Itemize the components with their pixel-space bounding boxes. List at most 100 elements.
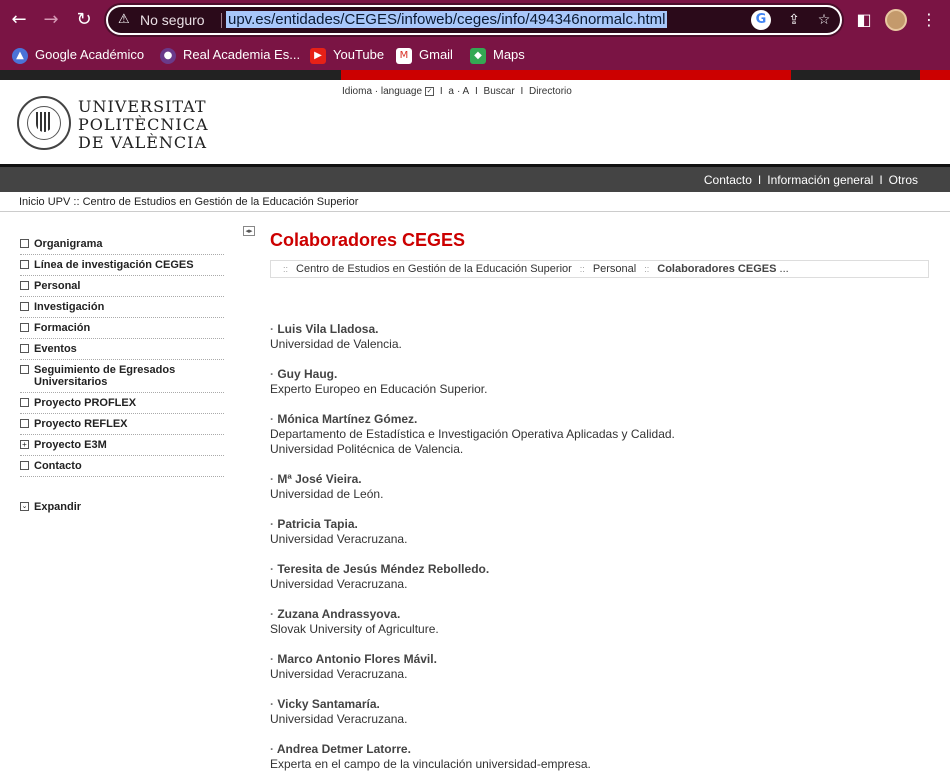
collaborator-name: Teresita de Jesús Méndez Rebolledo. [270,562,930,577]
breadcrumb[interactable]: Inicio UPV :: Centro de Estudios en Gest… [19,196,358,208]
list-item: Patricia Tapia. Universidad Veracruzana. [270,517,930,547]
collaborator-name: Mónica Martínez Gómez. [270,412,930,427]
language-dropdown-icon[interactable]: ✓ [425,86,435,96]
collaborator-name: Zuzana Andrassyova. [270,607,930,622]
nav-item-seguimiento-egresados[interactable]: Seguimiento de Egresados Universitarios [20,360,224,393]
checkbox-icon [20,323,29,332]
nav-item-organigrama[interactable]: Organigrama [20,234,224,255]
collaborator-affiliation: Slovak University of Agriculture. [270,622,439,636]
reload-icon[interactable]: ↻ [73,9,95,31]
bookmark-star-icon[interactable]: ☆ [814,10,834,30]
collaborator-affiliation: Universidad Veracruzana. [270,532,408,546]
list-item: Zuzana Andrassyova. Slovak University of… [270,607,930,637]
crumb-personal[interactable]: Personal [593,263,636,275]
side-panel-icon[interactable]: ◧ [853,9,875,31]
collaborators-list: Luis Vila Lladosa. Universidad de Valenc… [270,322,930,775]
list-item: Guy Haug. Experto Europeo en Educación S… [270,367,930,397]
bookmarks-bar: ▲ Google Académico ● Real Academia Es... ▶… [0,40,950,70]
collaborator-name: Guy Haug. [270,367,930,382]
large-font-link[interactable]: A [463,86,470,97]
small-font-link[interactable]: a [448,86,454,97]
bookmark-maps[interactable]: ◆ Maps [470,44,525,66]
crumb-current: Colaboradores CEGES [657,263,777,275]
nav-item-personal[interactable]: Personal [20,276,224,297]
collaborator-name: Mª José Vieira. [270,472,930,487]
nav-item-investigacion[interactable]: Investigación [20,297,224,318]
graduation-cap-icon: ▲ [12,47,28,64]
collapse-sidebar-icon[interactable]: ◂▸ [243,226,255,236]
list-item: Luis Vila Lladosa. Universidad de Valenc… [270,322,930,352]
bookmark-gmail[interactable]: M Gmail [396,44,453,66]
nav-item-linea-investigacion[interactable]: Línea de investigación CEGES [20,255,224,276]
breadcrumb-divider [0,211,950,212]
more-menu-icon[interactable]: ⋮ [918,9,940,31]
collaborator-affiliation: Universidad Politécnica de Valencia. [270,442,464,456]
bookmark-youtube[interactable]: ▶ YouTube [310,44,384,66]
others-link[interactable]: Otros [889,173,918,187]
contact-link[interactable]: Contacto [704,173,752,187]
checkbox-icon [20,302,29,311]
warning-icon[interactable]: ⚠ [118,12,134,28]
checkbox-icon [20,419,29,428]
top-red-bar-right [920,70,950,80]
collaborator-affiliation: Universidad Veracruzana. [270,712,408,726]
checkbox-icon [20,344,29,353]
plus-box-icon: + [20,440,29,449]
google-lens-icon[interactable]: G [751,10,771,30]
nav-item-proflex[interactable]: Proyecto PROFLEX [20,393,224,414]
url-text[interactable]: upv.es/entidades/CEGES/infoweb/ceges/inf… [226,11,668,28]
directory-link[interactable]: Directorio [529,86,572,97]
collaborator-name: Marco Antonio Flores Mávil. [270,652,930,667]
nav-item-contacto[interactable]: Contacto [20,456,224,477]
page-title: Colaboradores CEGES [270,230,466,250]
university-name[interactable]: UNIVERSITAT POLITÈCNICA DE VALÈNCIA [78,98,209,152]
left-navigation: Organigrama Línea de investigación CEGES… [20,234,224,517]
browser-toolbar: ← → ↻ ⚠ No seguro upv.es/entidades/CEGES… [0,0,950,40]
collaborator-affiliation: Experta en el campo de la vinculación un… [270,757,591,771]
collaborator-name: Patricia Tapia. [270,517,930,532]
top-utility-links: Idioma · language ✓ I a · A I Buscar I Dir… [342,86,572,97]
upv-seal-logo[interactable] [17,96,71,150]
nav-item-reflex[interactable]: Proyecto REFLEX [20,414,224,435]
collaborator-affiliation: Universidad de Valencia. [270,337,402,351]
profile-avatar[interactable] [885,9,907,31]
language-link[interactable]: Idioma · language [342,86,422,97]
collaborator-name: Andrea Detmer Latorre. [270,742,930,757]
checkbox-icon [20,398,29,407]
crumb-ellipsis[interactable]: ... [780,263,789,275]
address-bar[interactable]: ⚠ No seguro upv.es/entidades/CEGES/infow… [106,5,842,35]
top-red-bar [341,70,791,80]
gmail-icon: M [396,47,412,64]
collaborator-affiliation: Universidad Veracruzana. [270,667,408,681]
collaborator-affiliation: Experto Europeo en Educación Superior. [270,382,488,396]
omnibox-divider [221,13,222,28]
expand-all-button[interactable]: ⌄ Expandir [20,497,224,517]
list-item: Vicky Santamaría. Universidad Veracruzan… [270,697,930,727]
collaborator-name: Vicky Santamaría. [270,697,930,712]
checkbox-icon [20,365,29,374]
seal-shield-icon [36,112,52,132]
search-link[interactable]: Buscar [484,86,515,97]
crumb-centro[interactable]: Centro de Estudios en Gestión de la Educ… [296,263,572,275]
bookmark-google-academico[interactable]: ▲ Google Académico [12,44,144,66]
general-info-link[interactable]: Información general [767,173,873,187]
not-secure-label[interactable]: No seguro [140,12,205,28]
nav-item-formacion[interactable]: Formación [20,318,224,339]
share-icon[interactable]: ⇪ [784,10,804,30]
checkbox-icon [20,260,29,269]
back-arrow-icon[interactable]: ← [8,9,30,31]
list-item: Marco Antonio Flores Mávil. Universidad … [270,652,930,682]
list-item: Andrea Detmer Latorre. Experta en el cam… [270,742,930,772]
content-breadcrumb: :: Centro de Estudios en Gestión de la Ed… [270,260,929,278]
nav-item-e3m[interactable]: + Proyecto E3M [20,435,224,456]
secondary-nav-bar: Contacto I Información general I Otros [0,167,950,192]
bookmark-real-academia[interactable]: ● Real Academia Es... [160,44,300,66]
list-item: Teresita de Jesús Méndez Rebolledo. Univ… [270,562,930,592]
nav-item-eventos[interactable]: Eventos [20,339,224,360]
checkbox-icon [20,461,29,470]
forward-arrow-icon[interactable]: → [40,9,62,31]
checkbox-icon [20,239,29,248]
collaborator-name: Luis Vila Lladosa. [270,322,930,337]
chevron-down-icon: ⌄ [20,502,29,511]
rae-icon: ● [160,47,176,64]
